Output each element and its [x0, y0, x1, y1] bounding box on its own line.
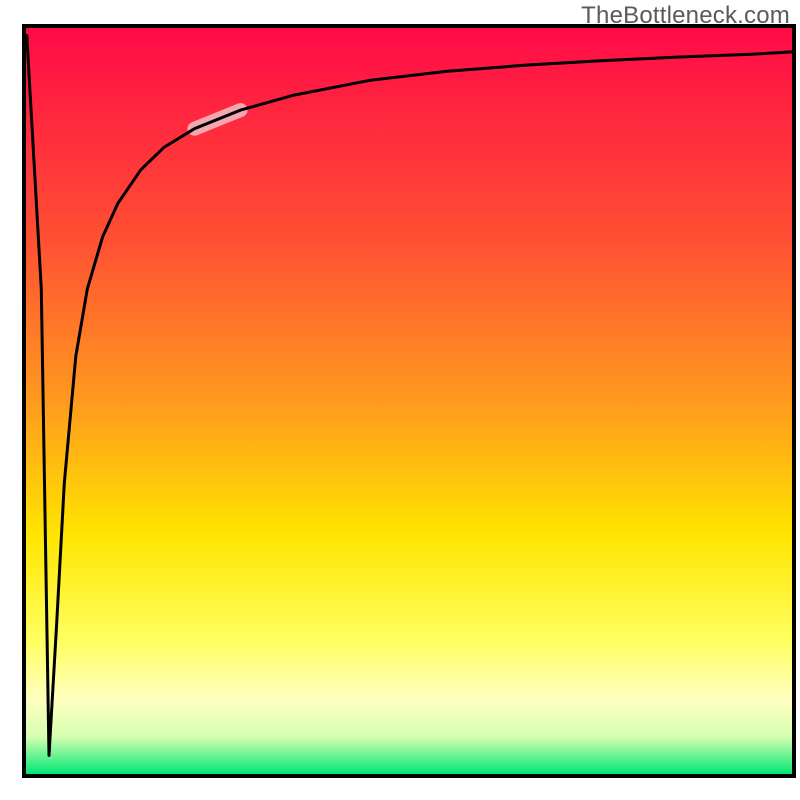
- watermark-label: TheBottleneck.com: [581, 2, 790, 30]
- plot-background: [26, 28, 792, 774]
- chart-frame: TheBottleneck.com: [0, 0, 800, 800]
- chart-svg: [0, 0, 800, 800]
